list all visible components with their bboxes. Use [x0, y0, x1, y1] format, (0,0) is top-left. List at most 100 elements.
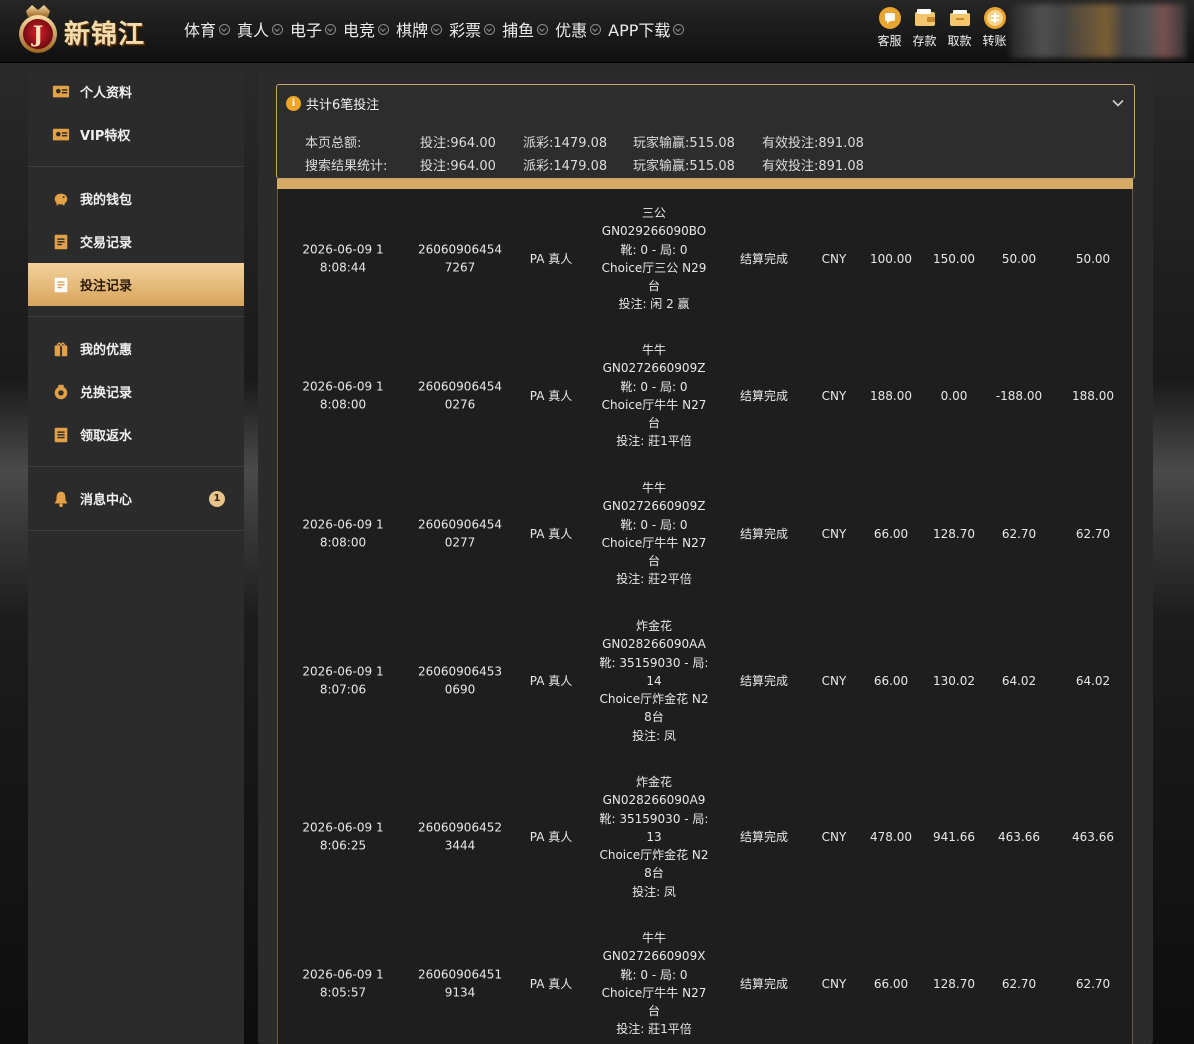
transfer-icon — [983, 7, 1006, 29]
sidebar-item-rebate[interactable]: 领取返水 — [28, 413, 244, 456]
quick-withdraw-button[interactable]: 取款 — [942, 6, 977, 49]
exchange-icon — [54, 384, 68, 399]
record-payout: 128.70 — [933, 526, 975, 541]
top-header: J 新锦江 体育 真人 电子 电竞 棋牌 彩票 捕鱼 优惠 APP下载 客服 存款 取款 转账 — [0, 0, 1194, 63]
quick-label: 客服 — [877, 34, 902, 48]
summary-bet: 投注:964.00 — [420, 136, 496, 151]
record-game-line: 靴: 0 - 局: 0 — [620, 517, 688, 532]
sidebar-item-bet-record[interactable]: 投注记录 — [28, 263, 244, 306]
vip-icon — [52, 128, 70, 140]
sidebar-item-transaction[interactable]: 交易记录 — [28, 220, 244, 263]
record-status: 结算完成 — [739, 526, 788, 541]
quick-wallet-button[interactable]: 存款 — [907, 6, 942, 49]
summary-bet: 投注:964.00 — [420, 159, 496, 174]
transaction-icon — [54, 234, 68, 249]
sidebar-item-gift[interactable]: 我的优惠 — [28, 327, 244, 370]
summary-label: 本页总额: — [305, 136, 362, 151]
nav-item[interactable]: 真人 — [237, 17, 284, 41]
record-time: 2026-06-09 18:08:44 — [302, 242, 384, 275]
nav-item[interactable]: 体育 — [184, 17, 231, 41]
sidebar-item-label: 投注记录 — [80, 279, 133, 294]
record-payout: 0.00 — [940, 388, 968, 403]
record-order-id: 260609064540276 — [418, 379, 502, 412]
nav-item[interactable]: 电子 — [290, 17, 337, 41]
record-order-id: 260609064519134 — [418, 967, 502, 1000]
piggy-bank-icon — [54, 193, 68, 205]
sidebar-item-label: 我的钱包 — [80, 193, 133, 208]
record-winloss: 463.66 — [998, 829, 1040, 844]
bet-record-icon — [54, 277, 68, 292]
chevron-down-icon — [537, 23, 549, 35]
nav-item-label: 电子 — [290, 21, 323, 40]
chevron-down-icon[interactable] — [1112, 97, 1124, 109]
record-payout: 130.02 — [933, 673, 975, 688]
user-avatar-blurred[interactable] — [1010, 4, 1186, 58]
bet-summary: i 共计6笔投注 本页总额: 投注:964.00 派彩:1479.08 玩家输赢… — [276, 84, 1135, 179]
sidebar-item-exchange[interactable]: 兑换记录 — [28, 370, 244, 413]
record-valid-bet: 50.00 — [1075, 251, 1111, 266]
nav-item[interactable]: 捕鱼 — [502, 17, 549, 41]
record-time: 2026-06-09 18:05:57 — [302, 967, 384, 1000]
record-game-line: 炸金花 — [635, 774, 672, 789]
quick-transfer-button[interactable]: 转账 — [977, 6, 1012, 49]
quick-label: 取款 — [947, 34, 972, 48]
quick-chat-button[interactable]: 客服 — [872, 6, 907, 49]
account-sidebar: 个人资料 VIP特权我的钱包交易记录投注记录我的优惠兑换记录领取返水消息中心 1 — [28, 70, 244, 1044]
chat-icon — [878, 7, 901, 29]
nav-item[interactable]: 彩票 — [449, 17, 496, 41]
bet-records-panel: i 共计6笔投注 本页总额: 投注:964.00 派彩:1479.08 玩家输赢… — [258, 70, 1153, 1044]
sidebar-item-bell[interactable]: 消息中心 1 — [28, 477, 244, 520]
chevron-down-icon — [272, 23, 284, 35]
sidebar-item-label: 交易记录 — [80, 236, 133, 251]
record-game-line: GN0272660909X — [602, 949, 706, 964]
sidebar-divider — [28, 166, 244, 167]
record-winloss: 64.02 — [1001, 673, 1037, 688]
gift-icon — [54, 342, 68, 356]
chevron-down-icon — [219, 23, 231, 35]
sidebar-item-label: 领取返水 — [80, 429, 133, 444]
record-game-line: 投注: 莊1平倍 — [616, 1022, 692, 1037]
nav-item-label: 真人 — [237, 21, 270, 40]
record-winloss: 62.70 — [1001, 526, 1037, 541]
record-game-line: Choice厅炸金花 N28台 — [599, 692, 709, 725]
sidebar-divider — [28, 466, 244, 467]
summary-valid: 有效投注:891.08 — [762, 136, 864, 151]
sidebar-item-label: 兑换记录 — [80, 386, 133, 401]
quick-label: 存款 — [912, 34, 937, 48]
record-status: 结算完成 — [739, 251, 788, 266]
record-game-detail: 牛牛 GN0272660909Z 靴: 0 - 局: 0 Choice厅牛牛 N27台… — [596, 341, 712, 451]
record-game-line: 牛牛 — [641, 481, 666, 496]
record-game-line: 靴: 0 - 局: 0 — [620, 242, 688, 257]
record-platform: PA 真人 — [529, 526, 573, 541]
record-platform: PA 真人 — [529, 976, 573, 991]
nav-item[interactable]: 棋牌 — [396, 17, 443, 41]
record-bet-amount: 66.00 — [873, 976, 909, 991]
summary-winloss: 玩家输赢:515.08 — [633, 159, 735, 174]
record-platform: PA 真人 — [529, 251, 573, 266]
chevron-down-icon — [484, 23, 496, 35]
sidebar-item-vip[interactable]: VIP特权 — [28, 113, 244, 156]
record-game-line: GN0272660909Z — [602, 361, 706, 376]
record-time: 2026-06-09 18:08:00 — [302, 517, 384, 550]
wallet-icon — [914, 9, 935, 26]
record-game-line: 靴: 35159030 - 局: 14 — [599, 655, 709, 688]
record-time: 2026-06-09 18:08:00 — [302, 379, 384, 412]
sidebar-item-piggy-bank[interactable]: 我的钱包 — [28, 177, 244, 220]
chevron-down-icon — [325, 23, 337, 35]
nav-item[interactable]: 电竞 — [343, 17, 390, 41]
quick-label: 转账 — [982, 34, 1007, 48]
brand-logo[interactable]: J 新锦江 — [12, 3, 172, 55]
record-status: 结算完成 — [739, 673, 788, 688]
record-game-line: 投注: 莊2平倍 — [616, 572, 692, 587]
sidebar-item-profile[interactable]: 个人资料 — [28, 70, 244, 113]
sidebar-item-label: 消息中心 — [80, 493, 133, 508]
table-header-strip — [277, 179, 1133, 189]
record-game-detail: 牛牛 GN0272660909X 靴: 0 - 局: 0 Choice厅牛牛 N27台… — [596, 929, 712, 1039]
nav-item[interactable]: 优惠 — [555, 17, 602, 41]
record-game-line: Choice厅牛牛 N27台 — [601, 536, 707, 569]
rebate-icon — [54, 427, 68, 442]
nav-item[interactable]: APP下载 — [608, 17, 685, 41]
record-payout: 128.70 — [933, 976, 975, 991]
record-game-line: 靴: 0 - 局: 0 — [620, 379, 688, 394]
sidebar-divider — [28, 530, 244, 531]
